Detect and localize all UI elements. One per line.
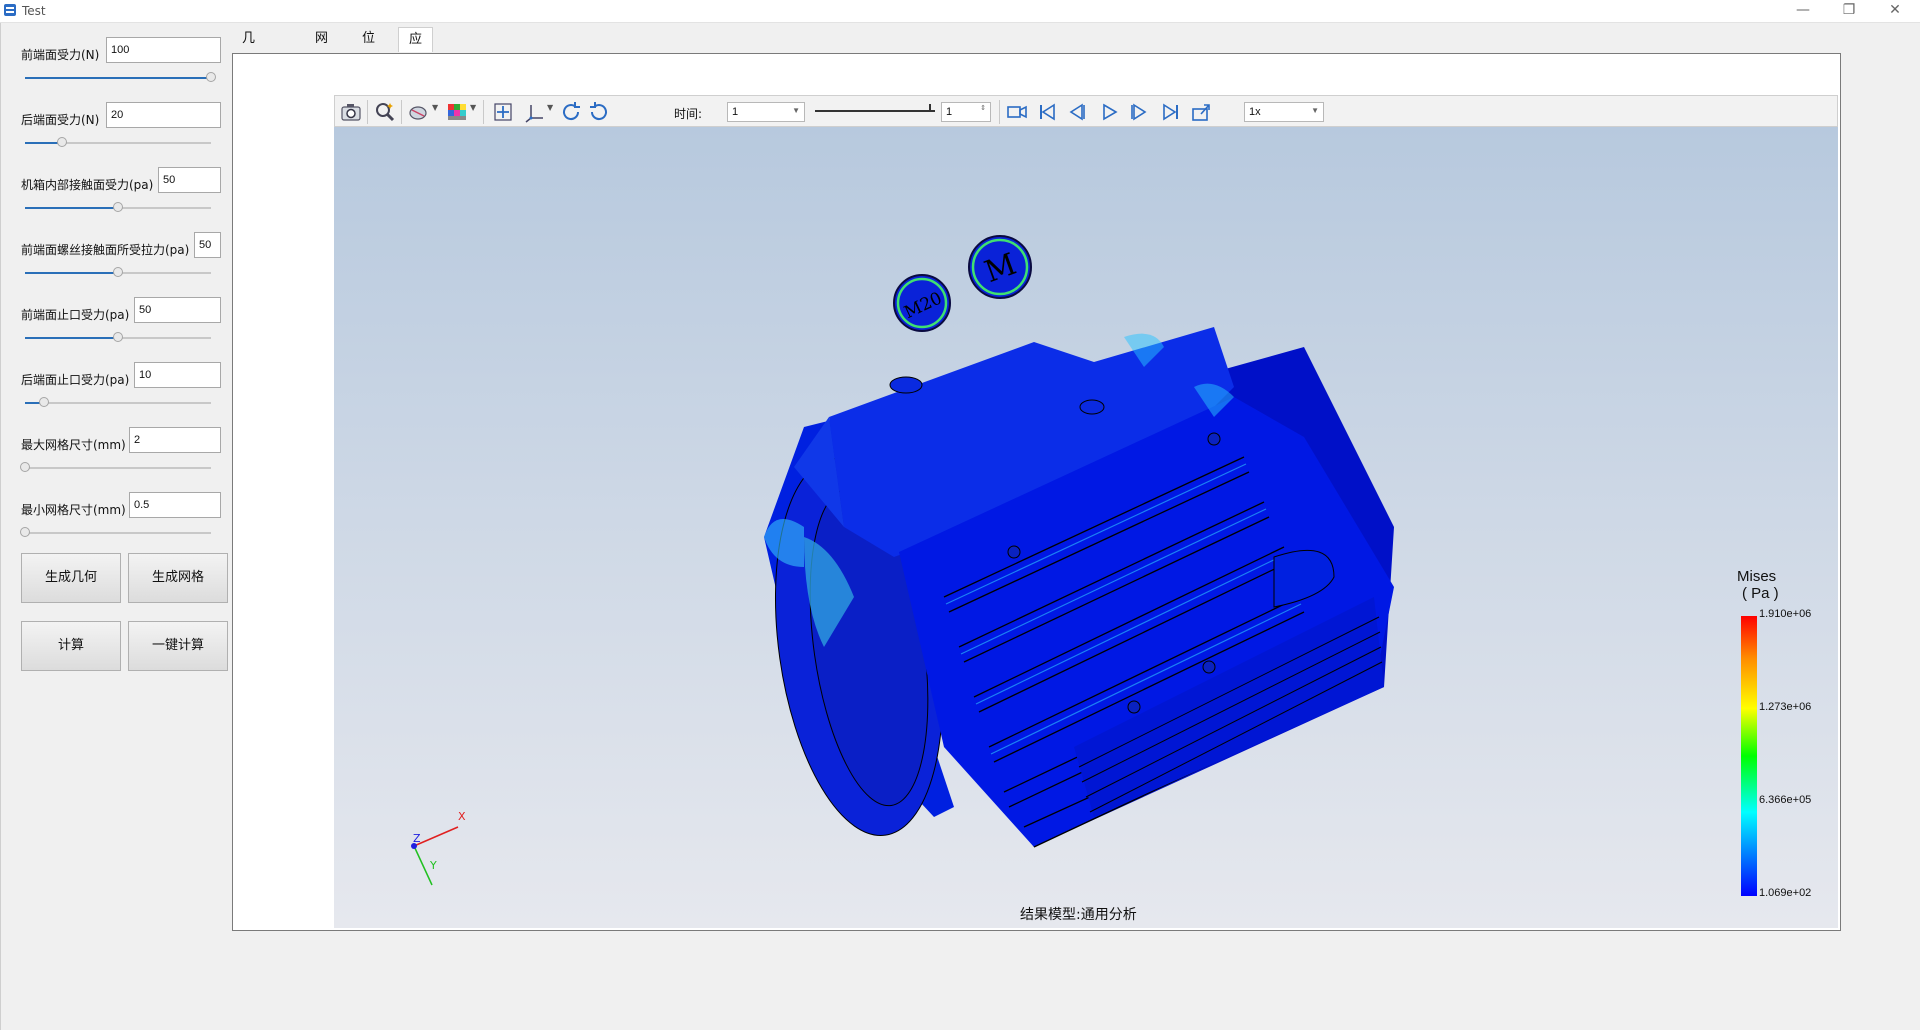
chevron-down-icon: ▼ [1311,106,1319,115]
previous-frame-icon[interactable] [1065,100,1089,124]
rotate-left-icon[interactable] [559,100,583,124]
time-label: 时间: [674,107,703,121]
param-label: 前端面螺丝接触面所受拉力(pa) [21,243,190,257]
slider-thumb[interactable] [113,202,123,212]
compute-button[interactable]: 计算 [21,621,121,671]
close-button[interactable]: ✕ [1872,0,1918,22]
time-select[interactable]: 1 ▼ [727,102,805,122]
slider-thumb[interactable] [206,72,216,82]
front-face-force-slider[interactable] [21,71,216,85]
rear-spigot-force-input[interactable]: 10 [134,362,221,388]
play-icon[interactable] [1097,100,1121,124]
minimize-button[interactable]: — [1780,0,1826,22]
max-mesh-size-input[interactable]: 2 [129,427,221,453]
slider-thumb[interactable] [20,462,30,472]
rear-spigot-force-slider[interactable] [21,396,215,410]
slider-thumb[interactable] [57,137,68,147]
tab-mesh[interactable]: 网格 [305,27,338,70]
restore-button[interactable]: ❐ [1826,0,1872,22]
title-bar: Test — ❐ ✕ [0,0,1920,23]
frame-spinbox[interactable]: 1 ⇕ [941,102,991,122]
param-label: 最大网格尺寸(mm) [21,438,126,452]
color-scale-bar [1741,616,1757,896]
slider-thumb[interactable] [113,332,123,342]
housing-inner-contact-input[interactable]: 50 [158,167,221,193]
color-map-icon[interactable] [445,100,469,124]
param-label: 最小网格尺寸(mm) [21,503,126,517]
front-screw-tension-slider[interactable] [21,266,215,280]
next-frame-icon[interactable] [1127,100,1151,124]
time-select-value: 1 [732,106,739,118]
zoom-search-icon[interactable] [373,100,397,124]
slider-thumb[interactable] [20,527,30,537]
chevron-down-icon[interactable]: ▼ [547,103,553,112]
fit-view-icon[interactable] [491,100,515,124]
rear-face-force-input[interactable]: 20 [106,102,221,128]
app-icon [4,4,16,16]
tab-stress[interactable]: 应力 [398,27,434,71]
tab-displacement[interactable]: 位移 [352,27,385,70]
rotate-right-icon[interactable] [587,100,611,124]
viewer-toolbar: ▼ ▼ ▼ 时间: 1 ▼ 1 ⇕ 1x ▼ [334,95,1838,127]
legend-value-2: 1.273e+06 [1759,701,1812,713]
time-slider-handle[interactable] [929,104,931,112]
housing-inner-contact-slider[interactable] [21,201,215,215]
last-frame-icon[interactable] [1159,100,1183,124]
generate-geometry-button[interactable]: 生成几何 [21,553,121,603]
window-title: Test [22,4,46,18]
tab-geometry[interactable]: 几何结构 [232,27,265,118]
x-axis-label: X [458,810,466,823]
motor-housing-model: M20 M X Y Z [411,235,1394,886]
m20-boss: M20 [893,274,951,332]
front-spigot-force-input[interactable]: 50 [134,297,221,323]
slider-thumb[interactable] [38,397,49,407]
chevron-down-icon: ▼ [792,106,800,115]
legend-title: Mises [1737,568,1777,585]
chevron-down-icon[interactable]: ▼ [432,103,438,112]
one-click-compute-button[interactable]: 一键计算 [128,621,228,671]
front-screw-tension-input[interactable]: 50 [194,232,221,258]
screenshot-icon[interactable] [339,100,363,124]
min-mesh-size-input[interactable]: 0.5 [129,492,221,518]
max-mesh-size-slider[interactable] [20,461,215,475]
front-spigot-force-slider[interactable] [21,331,215,345]
generate-mesh-button[interactable]: 生成网格 [128,553,228,603]
frame-spinbox-value: 1 [946,106,953,118]
legend-max-value: 1.910e+06 [1759,608,1812,620]
chevron-down-icon[interactable]: ▼ [470,103,476,112]
z-axis-label: Z [413,832,421,845]
export-icon[interactable] [1189,100,1213,124]
parameter-panel: 前端面受力(N) 100 后端面受力(N) 20 机箱内部接触面受力(pa) 5… [0,23,231,1030]
time-slider[interactable] [815,110,935,112]
record-video-icon[interactable] [1005,100,1029,124]
y-axis-label: Y [429,859,437,872]
param-label: 前端面止口受力(pa) [21,308,130,322]
param-label: 后端面受力(N) [21,113,100,127]
axes-orientation-icon[interactable] [523,100,547,124]
min-mesh-size-slider[interactable] [20,526,215,540]
param-label: 前端面受力(N) [21,48,100,62]
m-boss: M [968,235,1032,299]
speed-select[interactable]: 1x ▼ [1244,102,1324,122]
legend-unit: ( Pa ) [1742,585,1779,602]
front-face-force-input[interactable]: 100 [106,37,221,63]
legend-value-3: 6.366e+05 [1759,794,1812,806]
param-label: 后端面止口受力(pa) [21,373,130,387]
legend-min-value: 1.069e+02 [1759,887,1812,899]
speed-select-value: 1x [1249,106,1261,118]
3d-viewport[interactable]: M20 M X Y Z [334,127,1838,928]
first-frame-icon[interactable] [1035,100,1059,124]
spin-arrows-icon[interactable]: ⇕ [980,104,986,112]
slider-thumb[interactable] [113,267,123,277]
result-caption: 结果模型:通用分析 [1020,907,1137,923]
display-mode-icon[interactable] [407,100,431,124]
rear-face-force-slider[interactable] [21,136,215,150]
param-label: 机箱内部接触面受力(pa) [21,178,154,192]
axis-triad: X Y Z [411,810,466,886]
